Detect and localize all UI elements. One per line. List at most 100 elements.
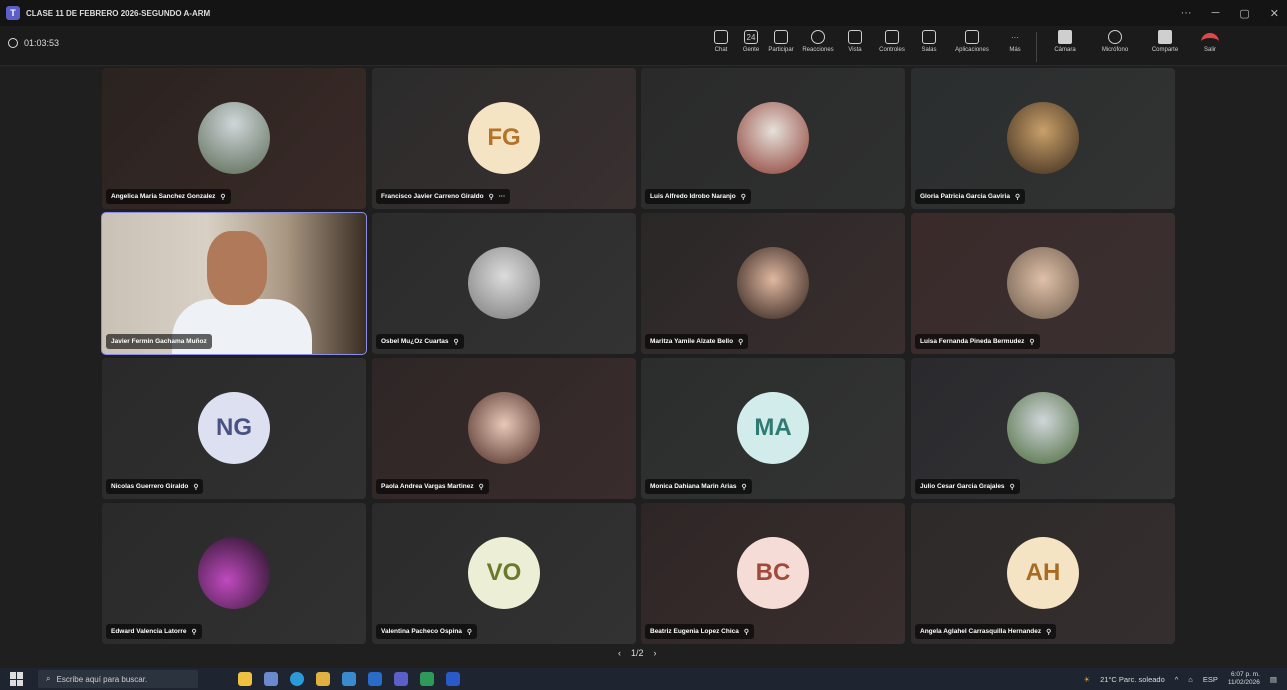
microphone-muted-icon: ⚲ [478,483,484,491]
participant-name-label: Monica Dahiana Marin Arias ⚲ [645,479,752,494]
participant-tile[interactable]: Gloria Patricia Garcia Gaviria ⚲ [911,68,1175,209]
participant-tile[interactable]: BC Beatriz Eugenia Lopez Chica ⚲ [641,503,905,644]
participant-tile[interactable]: AH Angela Aglahel Carrasquilla Hernandez… [911,503,1175,644]
participant-tile[interactable]: Luis Alfredo Idrobo Naranjo ⚲ [641,68,905,209]
search-icon: ⌕ [46,674,51,683]
excel-icon[interactable] [420,672,434,686]
participant-tile[interactable]: VO Valentina Pacheco Ospina ⚲ [372,503,636,644]
participant-avatar [1007,247,1079,319]
microphone-muted-icon: ⚲ [191,628,197,636]
microphone-muted-icon: ⚲ [220,193,226,201]
apps-button[interactable]: Aplicaciones [944,30,1000,64]
search-placeholder: Escribe aquí para buscar. [56,674,148,684]
more-button[interactable]: ··· Más [1000,30,1030,64]
participant-tile[interactable]: Osbel Mu¿Oz Cuartas ⚲ [372,213,636,354]
share-icon [1158,30,1172,44]
participant-name-label: Francisco Javier Carreno Giraldo ⚲ ··· [376,189,511,204]
participant-tile-active-speaker[interactable]: Javier Fermin Gachama Muñoz [101,212,367,355]
microphone-muted-icon: ⚲ [193,483,199,491]
emoji-icon [811,30,825,44]
next-page-button[interactable]: › [654,648,657,658]
participant-tile[interactable]: MA Monica Dahiana Marin Arias ⚲ [641,358,905,499]
clock[interactable]: 6:07 p. m. 11/02/2026 [1228,671,1260,687]
page-indicator: 1/2 [631,648,644,658]
microphone-button[interactable]: Micrófono [1087,30,1143,64]
participant-initials-avatar: AH [1007,537,1079,609]
raise-hand-button[interactable]: Participar [766,30,796,64]
previous-page-button[interactable]: ‹ [618,648,621,658]
participant-tile[interactable]: Paola Andrea Vargas Martinez ⚲ [372,358,636,499]
windows-start-icon[interactable] [10,672,24,686]
mail-icon[interactable] [368,672,382,686]
chat-button[interactable]: Chat [706,30,736,64]
participant-tile[interactable]: Luisa Fernanda Pineda Bermudez ⚲ [911,213,1175,354]
network-icon[interactable]: ⌂ [1188,675,1193,684]
participant-avatar [468,392,540,464]
word-icon[interactable] [446,672,460,686]
weather-text[interactable]: 21°C Parc. soleado [1100,675,1165,684]
participant-tile[interactable]: Angelica Maria Sanchez Gonzalez ⚲ [102,68,366,209]
window-title: CLASE 11 DE FEBRERO 2026-SEGUNDO A-ARM [26,8,211,18]
controls-icon [885,30,899,44]
participant-name-label: Angela Aglahel Carrasquilla Hernandez ⚲ [915,624,1057,639]
maximize-button[interactable]: ▢ [1239,7,1249,20]
leave-button[interactable]: Salir [1193,30,1227,64]
page-navigator: ‹ 1/2 › [618,648,657,658]
hang-up-icon [1201,33,1219,43]
microphone-muted-icon: ⚲ [453,338,459,346]
participant-name-label: Luisa Fernanda Pineda Bermudez ⚲ [915,334,1040,349]
participant-tile[interactable]: Julio Cesar Garcia Grajales ⚲ [911,358,1175,499]
view-button[interactable]: Vista [840,30,870,64]
rooms-icon [922,30,936,44]
language-indicator[interactable]: ESP [1203,675,1218,684]
camera-button[interactable]: Cámara [1043,30,1087,64]
meeting-timer: 01:03:53 [8,38,59,48]
participant-initials-avatar: BC [737,537,809,609]
participant-tile[interactable]: Edward Valencia Latorre ⚲ [102,503,366,644]
video-grid: Angelica Maria Sanchez Gonzalez ⚲ FG Fran… [0,67,1287,667]
microphone-off-icon [1108,30,1122,44]
notifications-icon[interactable]: ▤ [1270,675,1277,684]
participant-name-label: Beatriz Eugenia Lopez Chica ⚲ [645,624,754,639]
participant-tile[interactable]: NG Nicolas Guerrero Giraldo ⚲ [102,358,366,499]
participant-avatar [198,102,270,174]
edge-icon[interactable] [290,672,304,686]
participant-name-label: Maritza Yamile Alzate Bello ⚲ [645,334,749,349]
reactions-button[interactable]: Reacciones [796,30,840,64]
chevron-up-icon[interactable]: ^ [1175,675,1179,684]
taskbar-search-box[interactable]: ⌕ Escribe aquí para buscar. [38,670,198,688]
share-button[interactable]: Comparte [1143,30,1187,64]
participant-name-label: Edward Valencia Latorre ⚲ [106,624,202,639]
microphone-muted-icon: ⚲ [488,193,494,201]
participant-tile[interactable]: Maritza Yamile Alzate Bello ⚲ [641,213,905,354]
title-bar: T CLASE 11 DE FEBRERO 2026-SEGUNDO A-ARM… [0,0,1287,26]
participant-name-label: Luis Alfredo Idrobo Naranjo ⚲ [645,189,751,204]
shield-icon [8,38,18,48]
meeting-toolbar: 01:03:53 Chat 24 Gente Participar Reaccio… [0,26,1287,66]
plus-icon [965,30,979,44]
more-icon[interactable]: ··· [499,193,506,200]
rooms-button[interactable]: Salas [914,30,944,64]
more-options-button[interactable]: ··· [1181,7,1192,19]
microphone-muted-icon: ⚲ [466,628,473,636]
participant-name-label: Osbel Mu¿Oz Cuartas ⚲ [376,334,464,349]
participant-name-label: Julio Cesar Garcia Grajales ⚲ [915,479,1020,494]
system-tray: ☀ 21°C Parc. soleado ^ ⌂ ESP 6:07 p. m. … [1083,668,1277,690]
participant-name-label: Gloria Patricia Garcia Gaviria ⚲ [915,189,1026,204]
people-button[interactable]: 24 Gente [736,30,766,64]
controls-button[interactable]: Controles [870,30,914,64]
toolbar-divider [1036,32,1037,62]
file-explorer-icon[interactable] [316,672,330,686]
close-button[interactable]: ✕ [1270,7,1279,20]
participant-name-label: Valentina Pacheco Ospina ⚲ [376,624,478,639]
copilot-icon[interactable] [238,672,252,686]
participant-avatar [737,102,809,174]
participant-name-label: Nicolas Guerrero Giraldo ⚲ [106,479,204,494]
teams-icon[interactable] [394,672,408,686]
participant-name-label: Javier Fermin Gachama Muñoz [106,334,212,349]
participant-tile[interactable]: FG Francisco Javier Carreno Giraldo ⚲ ··· [372,68,636,209]
task-view-icon[interactable] [264,672,278,686]
minimize-button[interactable]: ─ [1212,7,1220,19]
store-icon[interactable] [342,672,356,686]
grid-icon [848,30,862,44]
